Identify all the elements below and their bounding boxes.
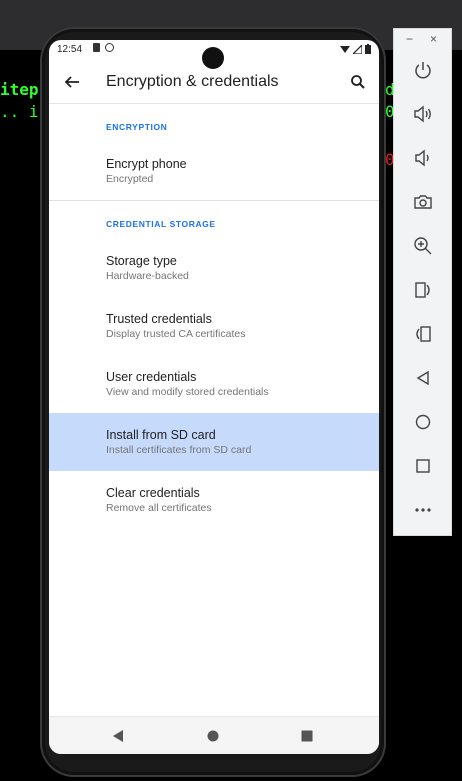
pref-title: User credentials [106, 370, 197, 384]
overview-icon[interactable] [408, 451, 438, 481]
sd-card-icon [93, 43, 100, 52]
settings-list: ENCRYPTION Encrypt phone Encrypted CREDE… [49, 104, 379, 529]
arrow-left-icon[interactable] [59, 69, 85, 95]
battery-icon [365, 44, 371, 54]
wifi-icon [340, 45, 350, 53]
app-bar: Encryption & credentials [49, 60, 379, 104]
home-circle-icon[interactable] [202, 725, 224, 747]
recents-square-icon[interactable] [296, 725, 318, 747]
home-icon[interactable] [408, 407, 438, 437]
sync-icon [105, 43, 114, 52]
pref-clear-credentials[interactable]: Clear credentials Remove all certificate… [49, 471, 379, 529]
emulator-toolbar: − × [393, 28, 452, 536]
section-header-credential-storage: CREDENTIAL STORAGE [106, 219, 216, 229]
status-time: 12:54 [57, 44, 83, 55]
pref-title: Trusted credentials [106, 312, 212, 326]
pref-summary: Hardware-backed [106, 270, 189, 282]
pref-summary: Install certificates from SD card [106, 444, 252, 456]
pref-summary: Encrypted [106, 173, 154, 185]
pref-title: Clear credentials [106, 486, 200, 500]
pref-title: Install from SD card [106, 428, 216, 442]
power-icon[interactable] [408, 55, 438, 85]
pref-title: Storage type [106, 254, 177, 268]
navigation-bar [49, 716, 379, 754]
pref-install-from-sd-card[interactable]: Install from SD card Install certificate… [49, 413, 379, 471]
pref-summary: View and modify stored credentials [106, 386, 269, 398]
signal-icon [353, 44, 362, 54]
camera-icon[interactable] [408, 187, 438, 217]
phone-screen: 12:54 Encryption & credentials ENCRYPTIO… [49, 40, 379, 754]
volume-down-icon[interactable] [408, 143, 438, 173]
pref-title: Encrypt phone [106, 157, 187, 171]
volume-up-icon[interactable] [408, 99, 438, 129]
back-triangle-icon[interactable] [107, 725, 129, 747]
rotate-right-icon[interactable] [408, 319, 438, 349]
pref-summary: Remove all certificates [106, 502, 212, 514]
pref-encrypt-phone[interactable]: Encrypt phone Encrypted [49, 142, 379, 200]
pref-user-credentials[interactable]: User credentials View and modify stored … [49, 355, 379, 413]
status-bar: 12:54 [49, 40, 379, 69]
back-icon[interactable] [408, 363, 438, 393]
page-title: Encryption & credentials [106, 73, 279, 90]
close-button[interactable]: × [430, 32, 437, 46]
minimize-button[interactable]: − [406, 32, 413, 46]
pref-trusted-credentials[interactable]: Trusted credentials Display trusted CA c… [49, 297, 379, 355]
search-icon[interactable] [345, 69, 371, 95]
terminal-text-line1: itep [0, 80, 39, 99]
pref-summary: Display trusted CA certificates [106, 328, 246, 340]
more-icon[interactable] [408, 495, 438, 525]
rotate-left-icon[interactable] [408, 275, 438, 305]
section-header-encryption: ENCRYPTION [106, 122, 168, 132]
pref-storage-type[interactable]: Storage type Hardware-backed [49, 239, 379, 297]
zoom-in-icon[interactable] [408, 231, 438, 261]
